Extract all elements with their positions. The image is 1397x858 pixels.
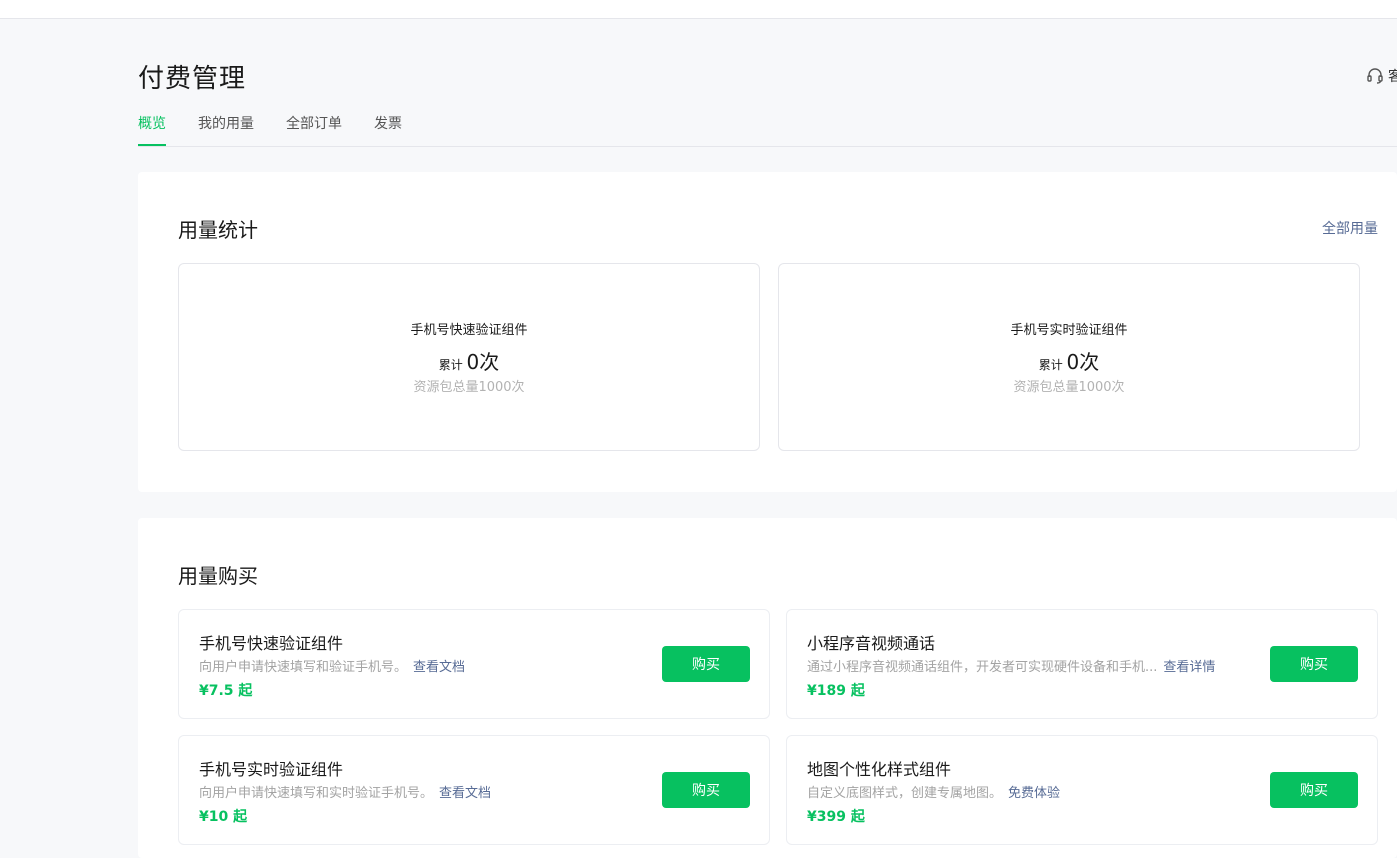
total-value: 0次 xyxy=(466,350,500,374)
product-doc-link[interactable]: 查看文档 xyxy=(439,786,491,801)
product-desc: 自定义底图样式，创建专属地图。 免费体验 xyxy=(807,782,1060,801)
buy-button[interactable]: 购买 xyxy=(1270,772,1358,808)
product-price: ¥189 起 xyxy=(807,683,865,699)
usage-stats-title: 用量统计 xyxy=(178,218,258,242)
tab-my-usage[interactable]: 我的用量 xyxy=(198,114,254,146)
product-desc-text: 自定义底图样式，创建专属地图。 xyxy=(807,786,1003,801)
product-desc-text: 通过小程序音视频通话组件，开发者可实现硬件设备和手机... xyxy=(807,660,1158,675)
product-trial-link[interactable]: 免费体验 xyxy=(1008,786,1060,801)
top-bar xyxy=(0,0,1397,19)
product-desc-text: 向用户申请快速填写和实时验证手机号。 xyxy=(199,786,434,801)
tab-invoice[interactable]: 发票 xyxy=(374,114,402,146)
support-link[interactable]: 客服 xyxy=(1366,66,1397,86)
product-detail-link[interactable]: 查看详情 xyxy=(1163,660,1215,675)
usage-purchase-panel: 用量购买 手机号快速验证组件 向用户申请快速填写和验证手机号。 查看文档 ¥7.5… xyxy=(138,518,1397,858)
tab-bar: 概览 我的用量 全部订单 发票 xyxy=(138,114,1397,147)
product-name: 手机号快速验证组件 xyxy=(199,634,344,653)
tab-all-orders[interactable]: 全部订单 xyxy=(286,114,342,146)
product-price: ¥10 起 xyxy=(199,809,248,825)
headset-icon xyxy=(1367,68,1383,84)
page-title: 付费管理 xyxy=(138,64,247,94)
product-desc: 向用户申请快速填写和实时验证手机号。 查看文档 xyxy=(199,782,491,801)
product-desc: 向用户申请快速填写和验证手机号。 查看文档 xyxy=(199,656,465,675)
product-card-av-call: 小程序音视频通话 通过小程序音视频通话组件，开发者可实现硬件设备和手机... 查看… xyxy=(786,609,1378,719)
stat-card-name: 手机号实时验证组件 xyxy=(1010,323,1128,338)
stat-card-quick-verify: 手机号快速验证组件 累计 0次 资源包总量1000次 xyxy=(178,263,760,451)
product-price: ¥7.5 起 xyxy=(199,683,253,699)
product-doc-link[interactable]: 查看文档 xyxy=(413,660,465,675)
product-name: 小程序音视频通话 xyxy=(807,634,936,653)
stat-card-quota: 资源包总量1000次 xyxy=(1013,380,1125,395)
product-card-realtime-verify: 手机号实时验证组件 向用户申请快速填写和实时验证手机号。 查看文档 ¥10 起 购… xyxy=(178,735,770,845)
all-usage-link[interactable]: 全部用量 xyxy=(1322,218,1378,238)
stat-card-name: 手机号快速验证组件 xyxy=(410,323,528,338)
buy-button[interactable]: 购买 xyxy=(662,772,750,808)
stat-card-total: 累计 0次 xyxy=(779,346,1359,375)
product-desc-text: 向用户申请快速填写和验证手机号。 xyxy=(199,660,408,675)
product-card-quick-verify: 手机号快速验证组件 向用户申请快速填写和验证手机号。 查看文档 ¥7.5 起 购买 xyxy=(178,609,770,719)
total-prefix: 累计 xyxy=(438,358,463,372)
buy-button[interactable]: 购买 xyxy=(1270,646,1358,682)
support-label: 客服 xyxy=(1388,69,1397,85)
total-value: 0次 xyxy=(1066,350,1100,374)
total-prefix: 累计 xyxy=(1038,358,1063,372)
usage-stats-panel: 用量统计 全部用量 手机号快速验证组件 累计 0次 资源包总量1000次 手机号… xyxy=(138,172,1397,492)
product-card-map-style: 地图个性化样式组件 自定义底图样式，创建专属地图。 免费体验 ¥399 起 购买 xyxy=(786,735,1378,845)
product-name: 手机号实时验证组件 xyxy=(199,760,344,779)
stat-card-realtime-verify: 手机号实时验证组件 累计 0次 资源包总量1000次 xyxy=(778,263,1360,451)
usage-purchase-title: 用量购买 xyxy=(178,564,258,588)
stat-card-quota: 资源包总量1000次 xyxy=(413,380,525,395)
buy-button[interactable]: 购买 xyxy=(662,646,750,682)
stat-card-total: 累计 0次 xyxy=(179,346,759,375)
product-desc: 通过小程序音视频通话组件，开发者可实现硬件设备和手机... 查看详情 xyxy=(807,656,1215,675)
product-name: 地图个性化样式组件 xyxy=(807,760,952,779)
product-price: ¥399 起 xyxy=(807,809,865,825)
tab-overview[interactable]: 概览 xyxy=(138,114,166,146)
